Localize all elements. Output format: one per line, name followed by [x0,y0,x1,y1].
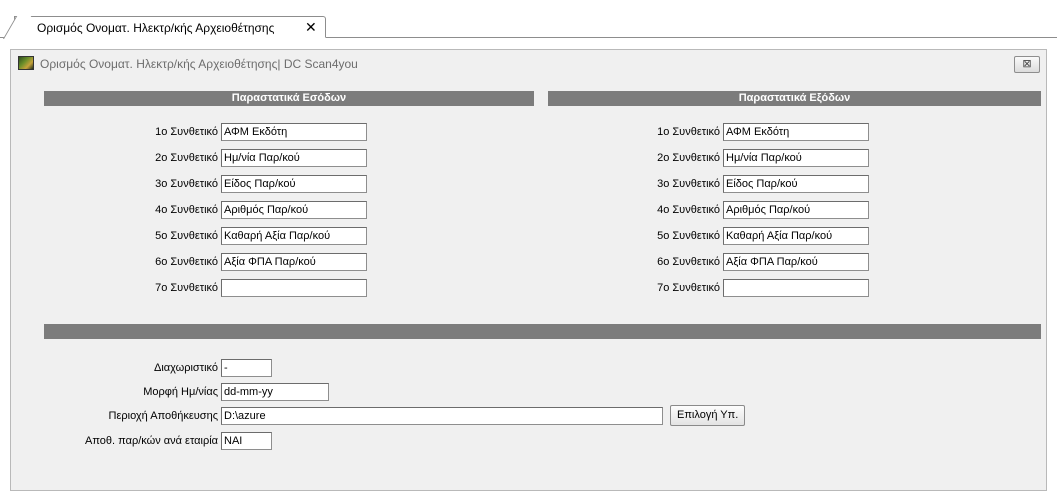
window-close-icon[interactable]: ⊠ [1014,56,1040,73]
incoming-row-2-label: 2ο Συνθετικό [155,152,218,164]
outgoing-row-2-label: 2ο Συνθετικό [657,152,720,164]
outgoing-row-6-field[interactable] [723,253,869,271]
date-format-label: Μορφή Ημ/νίας [143,386,218,398]
incoming-row-7-label: 7ο Συνθετικό [155,282,218,294]
incoming-row-7-field[interactable] [221,279,367,297]
per-company-field[interactable] [221,432,272,450]
outgoing-section-header: Παραστατικά Εξόδων [548,91,1041,106]
browse-folder-button[interactable]: Επιλογή Υπ. [670,405,746,426]
incoming-row-6-field[interactable] [221,253,367,271]
app-icon [18,56,34,70]
outgoing-row-3-field[interactable] [723,175,869,193]
window-title: Ορισμός Ονοματ. Ηλεκτρ/κής Αρχειοθέτησης… [40,57,358,71]
tab-label: Ορισμός Ονοματ. Ηλεκτρ/κής Αρχειοθέτησης [37,21,275,35]
incoming-row-1-field[interactable] [221,123,367,141]
outgoing-row-6-label: 6ο Συνθετικό [657,256,720,268]
incoming-row-3-field[interactable] [221,175,367,193]
incoming-row-5-field[interactable] [221,227,367,245]
incoming-row-1-label: 1ο Συνθετικό [155,126,218,138]
incoming-row-2-field[interactable] [221,149,367,167]
incoming-row-4-label: 4ο Συνθετικό [155,204,218,216]
outgoing-row-1-field[interactable] [723,123,869,141]
incoming-row-6-label: 6ο Συνθετικό [155,256,218,268]
outgoing-row-4-label: 4ο Συνθετικό [657,204,720,216]
settings-section-divider [44,324,1041,339]
outgoing-row-2-field[interactable] [723,149,869,167]
form-window: Ορισμός Ονοματ. Ηλεκτρ/κής Αρχειοθέτησης… [10,49,1047,491]
storage-path-label: Περιοχή Αποθήκευσης [108,410,218,422]
incoming-row-5-label: 5ο Συνθετικό [155,230,218,242]
separator-field[interactable] [221,359,272,377]
date-format-field[interactable] [221,383,329,401]
outgoing-row-1-label: 1ο Συνθετικό [657,126,720,138]
incoming-row-3-label: 3ο Συνθετικό [155,178,218,190]
tab-document[interactable]: Ορισμός Ονοματ. Ηλεκτρ/κής Αρχειοθέτησης… [14,16,326,38]
storage-path-field[interactable] [221,407,663,425]
window-titlebar: Ορισμός Ονοματ. Ηλεκτρ/κής Αρχειοθέτησης… [11,50,1046,78]
outgoing-row-7-field[interactable] [723,279,869,297]
tab-close-icon[interactable]: ✕ [305,19,317,35]
separator-label: Διαχωριστικό [154,362,218,374]
per-company-label: Αποθ. παρ/κών ανά εταιρία [85,435,218,447]
outgoing-row-7-label: 7ο Συνθετικό [657,282,720,294]
incoming-section-header: Παραστατικά Εσόδων [44,91,534,106]
outgoing-row-3-label: 3ο Συνθετικό [657,178,720,190]
outgoing-row-5-field[interactable] [723,227,869,245]
outgoing-row-4-field[interactable] [723,201,869,219]
incoming-row-4-field[interactable] [221,201,367,219]
tab-strip: Ορισμός Ονοματ. Ηλεκτρ/κής Αρχειοθέτησης… [0,0,1057,38]
outgoing-row-5-label: 5ο Συνθετικό [657,230,720,242]
